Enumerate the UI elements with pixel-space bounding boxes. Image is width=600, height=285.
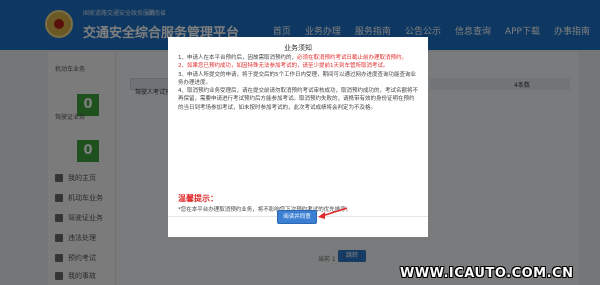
site-watermark: WWW.ICAUTO.COM.CN bbox=[400, 266, 574, 281]
dialog-paragraph: 1、申请人在本平台预约后，因故需取消预约的，必须在取消预约考试日截止前办理取消预… bbox=[178, 54, 418, 62]
dialog-paragraph: 3、申请人所提交的申请，将于提交后的5个工作日内受理，期间可以通过网办进度查询功… bbox=[178, 71, 418, 88]
highlight-text: 2、如果您已预约成功，如因特殊无法参加考试的，请至少提前1天到车管所取消考试。 bbox=[178, 63, 389, 70]
highlight-text: 必须在取消预约考试日截止前办理取消预约。 bbox=[297, 55, 408, 61]
dialog-paragraph: 4、取消预约业务受理后，请在提交前请勿取消预约考试审核成功，取消预约成功的，考试… bbox=[178, 87, 418, 112]
dialog-paragraph: 2、如果您已预约成功，如因特殊无法参加考试的，请至少提前1天到车管所取消考试。 bbox=[178, 62, 418, 70]
tip-title: 温馨提示： bbox=[178, 194, 218, 203]
body-text: 4、取消预约业务受理后，请在提交前请勿取消预约考试审核成功，取消预约成功的，考试… bbox=[178, 88, 419, 111]
body-text: 1、申请人在本平台预约后，因故需取消预约的， bbox=[178, 55, 298, 61]
dialog-title: 业务须知 bbox=[284, 44, 312, 52]
annotation-arrow-icon bbox=[318, 207, 348, 219]
confirm-button[interactable]: 阅读并同意 bbox=[277, 210, 317, 224]
notice-dialog: 业务须知 1、申请人在本平台预约后，因故需取消预约的，必须在取消预约考试日截止前… bbox=[168, 37, 428, 237]
dialog-body: 1、申请人在本平台预约后，因故需取消预约的，必须在取消预约考试日截止前办理取消预… bbox=[178, 54, 418, 112]
body-text: 3、申请人所提交的申请，将于提交后的5个工作日内受理，期间可以通过网办进度查询功… bbox=[178, 71, 417, 86]
